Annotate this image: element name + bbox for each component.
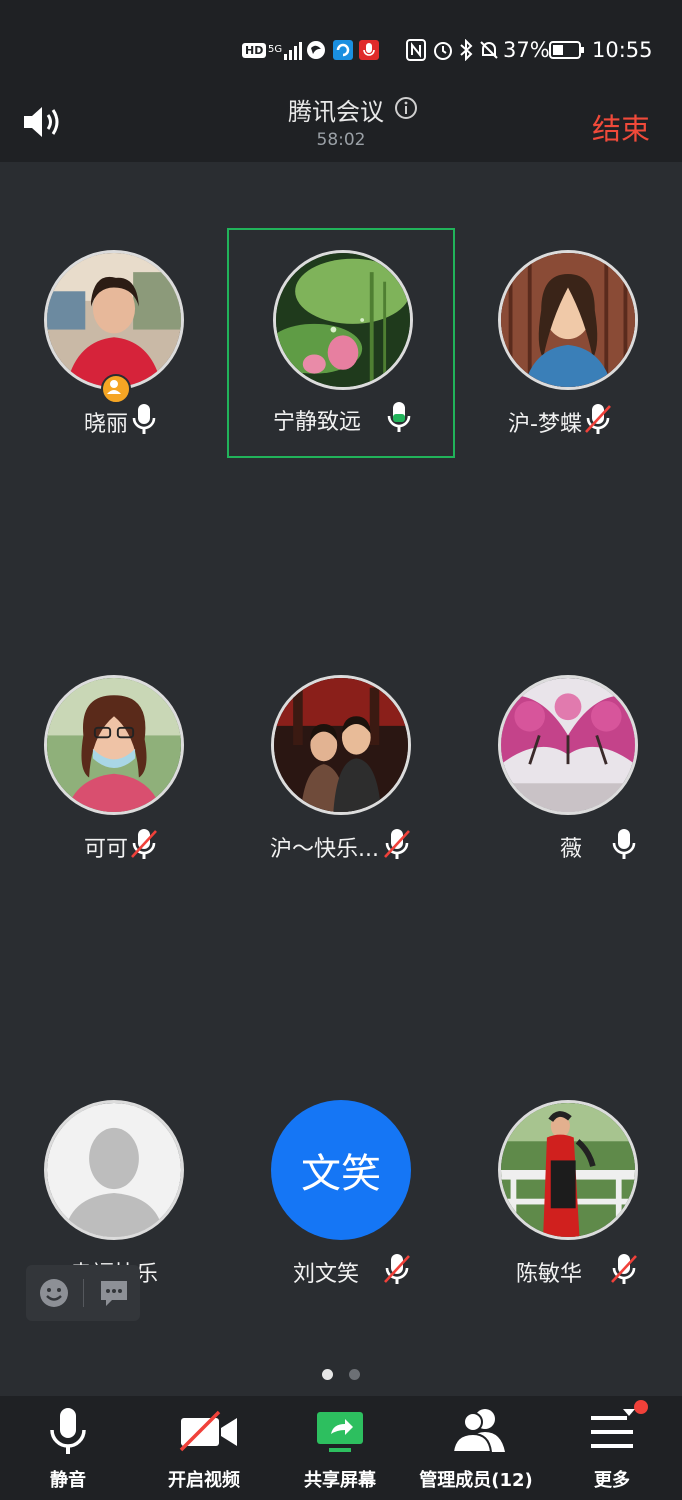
participant-tile[interactable]: 文笑 刘文笑	[227, 1080, 455, 1310]
avatar	[498, 250, 638, 390]
participant-tile[interactable]: 陈敏华	[454, 1080, 682, 1310]
page-indicator	[0, 1369, 682, 1380]
mute-button[interactable]: 静音	[0, 1396, 136, 1500]
bottom-toolbar: 静音 开启视频 共享屏幕 管理成员(12) 更多	[0, 1396, 682, 1500]
avatar	[498, 1100, 638, 1240]
reaction-bar	[26, 1265, 140, 1321]
start-video-label: 开启视频	[168, 1470, 240, 1491]
page-dot-active	[322, 1369, 333, 1380]
start-video-button[interactable]: 开启视频	[136, 1396, 272, 1500]
share-screen-button[interactable]: 共享屏幕	[272, 1396, 408, 1500]
microphone-muted-icon	[130, 827, 158, 861]
mute-label: 静音	[50, 1470, 86, 1491]
participant-name: 宁静致远	[272, 410, 361, 435]
participant-tile[interactable]: 沪-梦蝶	[454, 230, 682, 460]
microphone-speaking-icon	[385, 400, 413, 434]
participant-name: 沪～快乐...	[270, 837, 379, 862]
participant-name: 晓丽	[83, 412, 128, 437]
alarm-icon	[432, 36, 454, 64]
app-notification-icon	[332, 36, 354, 64]
manage-members-label: 管理成员(12)	[419, 1470, 533, 1491]
avatar	[273, 250, 413, 390]
avatar-initials: 文笑	[271, 1100, 411, 1240]
bluetooth-icon	[458, 36, 474, 64]
participant-name: 陈敏华	[515, 1262, 582, 1287]
microphone-muted-icon	[383, 1252, 411, 1286]
participant-name: 刘文笑	[292, 1262, 359, 1287]
microphone-icon	[43, 1406, 93, 1456]
notification-dot	[634, 1400, 648, 1414]
meeting-timer: 58:02	[316, 130, 366, 150]
host-icon	[101, 374, 131, 404]
microphone-icon	[130, 402, 158, 436]
microphone-muted-icon	[383, 827, 411, 861]
participant-tile[interactable]: 薇	[454, 655, 682, 885]
avatar	[271, 675, 411, 815]
microphone-muted-icon	[584, 402, 612, 436]
participant-tile-active-speaker[interactable]: 宁静致远	[227, 228, 455, 458]
silent-icon	[478, 36, 500, 64]
microphone-icon	[610, 827, 638, 861]
hd-icon: HD	[242, 36, 267, 64]
participant-tile[interactable]: 可可	[0, 655, 228, 885]
avatar	[44, 250, 184, 390]
info-icon[interactable]	[394, 96, 418, 124]
more-label: 更多	[594, 1470, 630, 1491]
chat-icon[interactable]	[98, 1277, 130, 1313]
participant-tile[interactable]: 晓丽	[0, 230, 228, 460]
nfc-icon	[406, 36, 426, 64]
end-meeting-button[interactable]: 结束	[592, 106, 650, 148]
status-bar: HD 5G 37% 10:55	[0, 0, 682, 90]
members-icon	[451, 1406, 505, 1456]
meeting-title-group[interactable]: 腾讯会议	[288, 92, 418, 127]
emoji-icon[interactable]	[38, 1277, 70, 1313]
share-screen-label: 共享屏幕	[304, 1470, 376, 1491]
video-off-icon	[179, 1406, 237, 1456]
battery-icon	[549, 36, 585, 64]
divider	[83, 1279, 84, 1307]
participant-name: 薇	[559, 837, 582, 862]
participant-name: 沪-梦蝶	[508, 412, 582, 437]
participant-tile[interactable]: 沪～快乐...	[227, 655, 455, 885]
avatar	[44, 1100, 184, 1240]
participant-name: 可可	[83, 837, 128, 862]
meeting-header: 腾讯会议 58:02 结束	[0, 90, 682, 162]
mic-recording-icon	[358, 36, 380, 64]
browser-icon	[306, 36, 326, 64]
menu-icon	[587, 1406, 637, 1456]
avatar	[44, 675, 184, 815]
microphone-muted-icon	[610, 1252, 638, 1286]
signal-icon: 5G	[268, 36, 306, 64]
meeting-title: 腾讯会议	[288, 98, 384, 126]
clock: 10:55	[592, 38, 653, 62]
battery-percent: 37%	[503, 38, 550, 62]
page-dot	[349, 1369, 360, 1380]
more-button[interactable]: 更多	[544, 1396, 680, 1500]
manage-members-button[interactable]: 管理成员(12)	[408, 1396, 544, 1500]
share-screen-icon	[315, 1406, 365, 1456]
avatar	[498, 675, 638, 815]
